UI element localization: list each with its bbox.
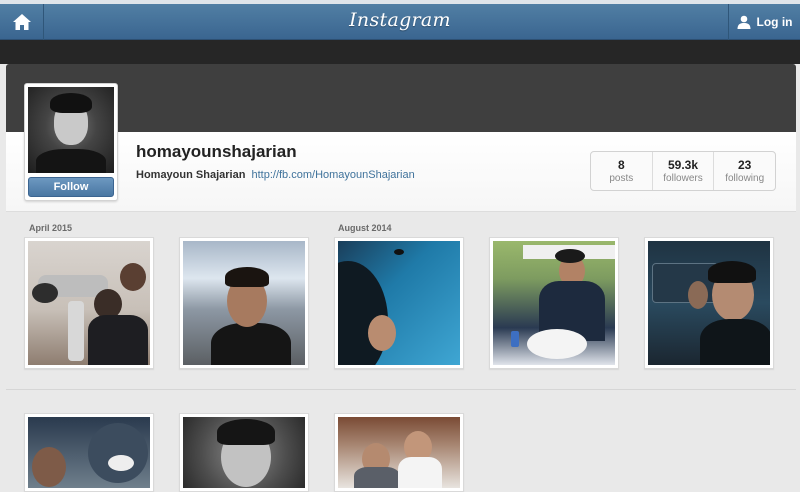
stat-followers[interactable]: 59.3k followers: [651, 152, 714, 190]
photo-thumbnail[interactable]: [334, 237, 464, 369]
user-icon: [737, 15, 750, 29]
photo-thumbnail[interactable]: [644, 237, 774, 369]
profile-username: homayounshajarian: [136, 142, 297, 161]
row-divider: [6, 389, 796, 390]
photo-thumbnail[interactable]: [24, 237, 154, 369]
photo-thumbnail[interactable]: [24, 413, 154, 492]
avatar-container: Follow: [24, 83, 118, 201]
profile-stats: 8 posts 59.3k followers 23 following: [590, 151, 776, 191]
photo-thumbnail[interactable]: [334, 413, 464, 492]
profile-website-link[interactable]: http://fb.com/HomayounShajarian: [251, 169, 414, 181]
stat-label: followers: [663, 173, 703, 184]
stat-posts[interactable]: 8 posts: [591, 152, 652, 190]
stat-label: following: [725, 173, 765, 184]
stat-label: posts: [609, 173, 634, 184]
profile-card: Follow homayounshajarian Homayoun Shajar…: [6, 64, 796, 212]
instagram-logo[interactable]: Instagram: [0, 9, 800, 31]
photo-thumbnail[interactable]: [489, 237, 619, 369]
login-button[interactable]: Log in: [728, 4, 800, 40]
stat-value: 23: [738, 158, 752, 172]
profile-bio: Homayoun Shajarian http://fb.com/Homayou…: [136, 169, 415, 181]
photo-thumbnail[interactable]: [179, 413, 309, 492]
login-label: Log in: [756, 15, 793, 29]
stat-value: 8: [617, 158, 625, 172]
photo-thumbnail[interactable]: [179, 237, 309, 369]
follow-button[interactable]: Follow: [28, 177, 114, 197]
date-group-label: August 2014: [338, 223, 392, 233]
profile-banner: [6, 64, 796, 132]
stat-value: 59.3k: [667, 158, 699, 172]
avatar[interactable]: [28, 87, 114, 173]
top-nav-bar: Instagram Log in: [0, 0, 800, 40]
date-group-label: April 2015: [29, 223, 73, 233]
profile-full-name: Homayoun Shajarian: [136, 169, 246, 181]
stat-following[interactable]: 23 following: [713, 152, 775, 190]
header-strip: [0, 40, 800, 64]
